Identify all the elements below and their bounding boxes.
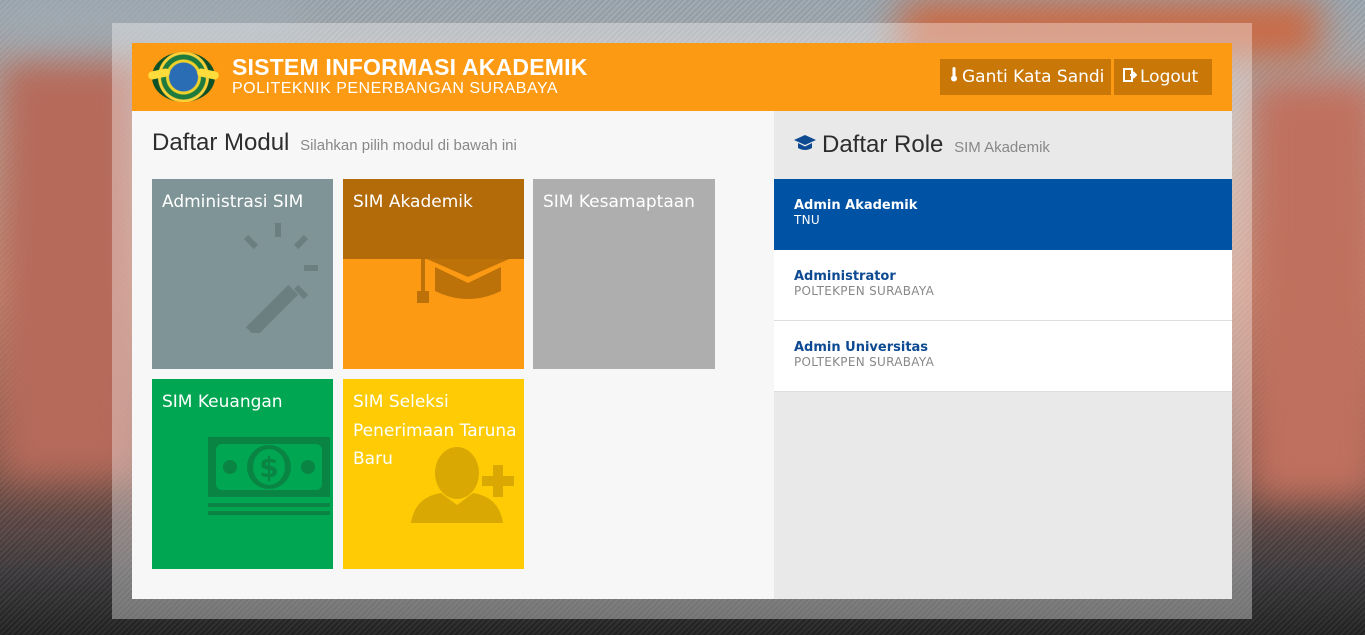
role-unit: TNU [794, 213, 820, 227]
role-name: Admin Universitas [794, 340, 929, 355]
graduation-cap-icon [794, 132, 816, 160]
role-panel: Daftar Role SIM Akademik Admin Akademik … [774, 111, 1232, 599]
money-icon: $ [208, 437, 330, 515]
role-name: Administrator [794, 269, 896, 284]
change-password-label: Ganti Kata Sandi [962, 67, 1105, 87]
roles-heading-text: Daftar Role [822, 131, 944, 158]
background-building [1250, 80, 1365, 500]
role-item-admin-akademik[interactable]: Admin Akademik TNU [774, 179, 1232, 250]
thermometer-icon [949, 59, 959, 95]
role-unit: POLTEKPEN SURABAYA [794, 284, 935, 298]
roles-subheading: SIM Akademik [954, 139, 1050, 156]
svg-text:$: $ [259, 451, 278, 484]
module-label: SIM Seleksi Penerimaan Taruna Baru [353, 392, 517, 469]
magic-wand-icon [243, 223, 318, 333]
logout-icon [1123, 59, 1138, 95]
app-header: SISTEM INFORMASI AKADEMIK POLITEKNIK PEN… [132, 43, 1232, 111]
module-tile-sim-akademik[interactable]: SIM Akademik [343, 179, 524, 369]
role-unit: POLTEKPEN SURABAYA [794, 355, 935, 369]
logout-button[interactable]: Logout [1114, 59, 1212, 95]
module-tile-administrasi-sim[interactable]: Administrasi SIM [152, 179, 333, 369]
logout-label: Logout [1140, 67, 1199, 87]
role-item-administrator[interactable]: Administrator POLTEKPEN SURABAYA [774, 250, 1232, 321]
module-label: SIM Keuangan [162, 392, 283, 412]
module-tile-sim-seleksi[interactable]: SIM Seleksi Penerimaan Taruna Baru [343, 379, 524, 569]
graduation-cap-icon [413, 229, 523, 303]
modules-heading-text: Daftar Modul [152, 129, 290, 156]
module-label: Administrasi SIM [162, 192, 304, 212]
module-tile-sim-keuangan[interactable]: SIM Keuangan $ [152, 379, 333, 569]
app-subtitle: POLITEKNIK PENERBANGAN SURABAYA [232, 80, 559, 97]
institution-logo-icon [147, 52, 220, 102]
app-title: SISTEM INFORMASI AKADEMIK [232, 54, 588, 80]
module-tile-sim-kesamaptaan[interactable]: SIM Kesamaptaan [533, 179, 715, 369]
role-item-admin-universitas[interactable]: Admin Universitas POLTEKPEN SURABAYA [774, 321, 1232, 392]
module-label: SIM Kesamaptaan [543, 192, 695, 212]
role-name: Admin Akademik [794, 198, 918, 213]
change-password-button[interactable]: Ganti Kata Sandi [940, 59, 1111, 95]
main-card: SISTEM INFORMASI AKADEMIK POLITEKNIK PEN… [132, 43, 1232, 599]
modules-heading: Daftar Modul Silahkan pilih modul di baw… [152, 129, 517, 157]
modules-subheading: Silahkan pilih modul di bawah ini [300, 137, 517, 154]
module-label: SIM Akademik [353, 192, 473, 212]
roles-heading: Daftar Role SIM Akademik [794, 131, 1050, 160]
